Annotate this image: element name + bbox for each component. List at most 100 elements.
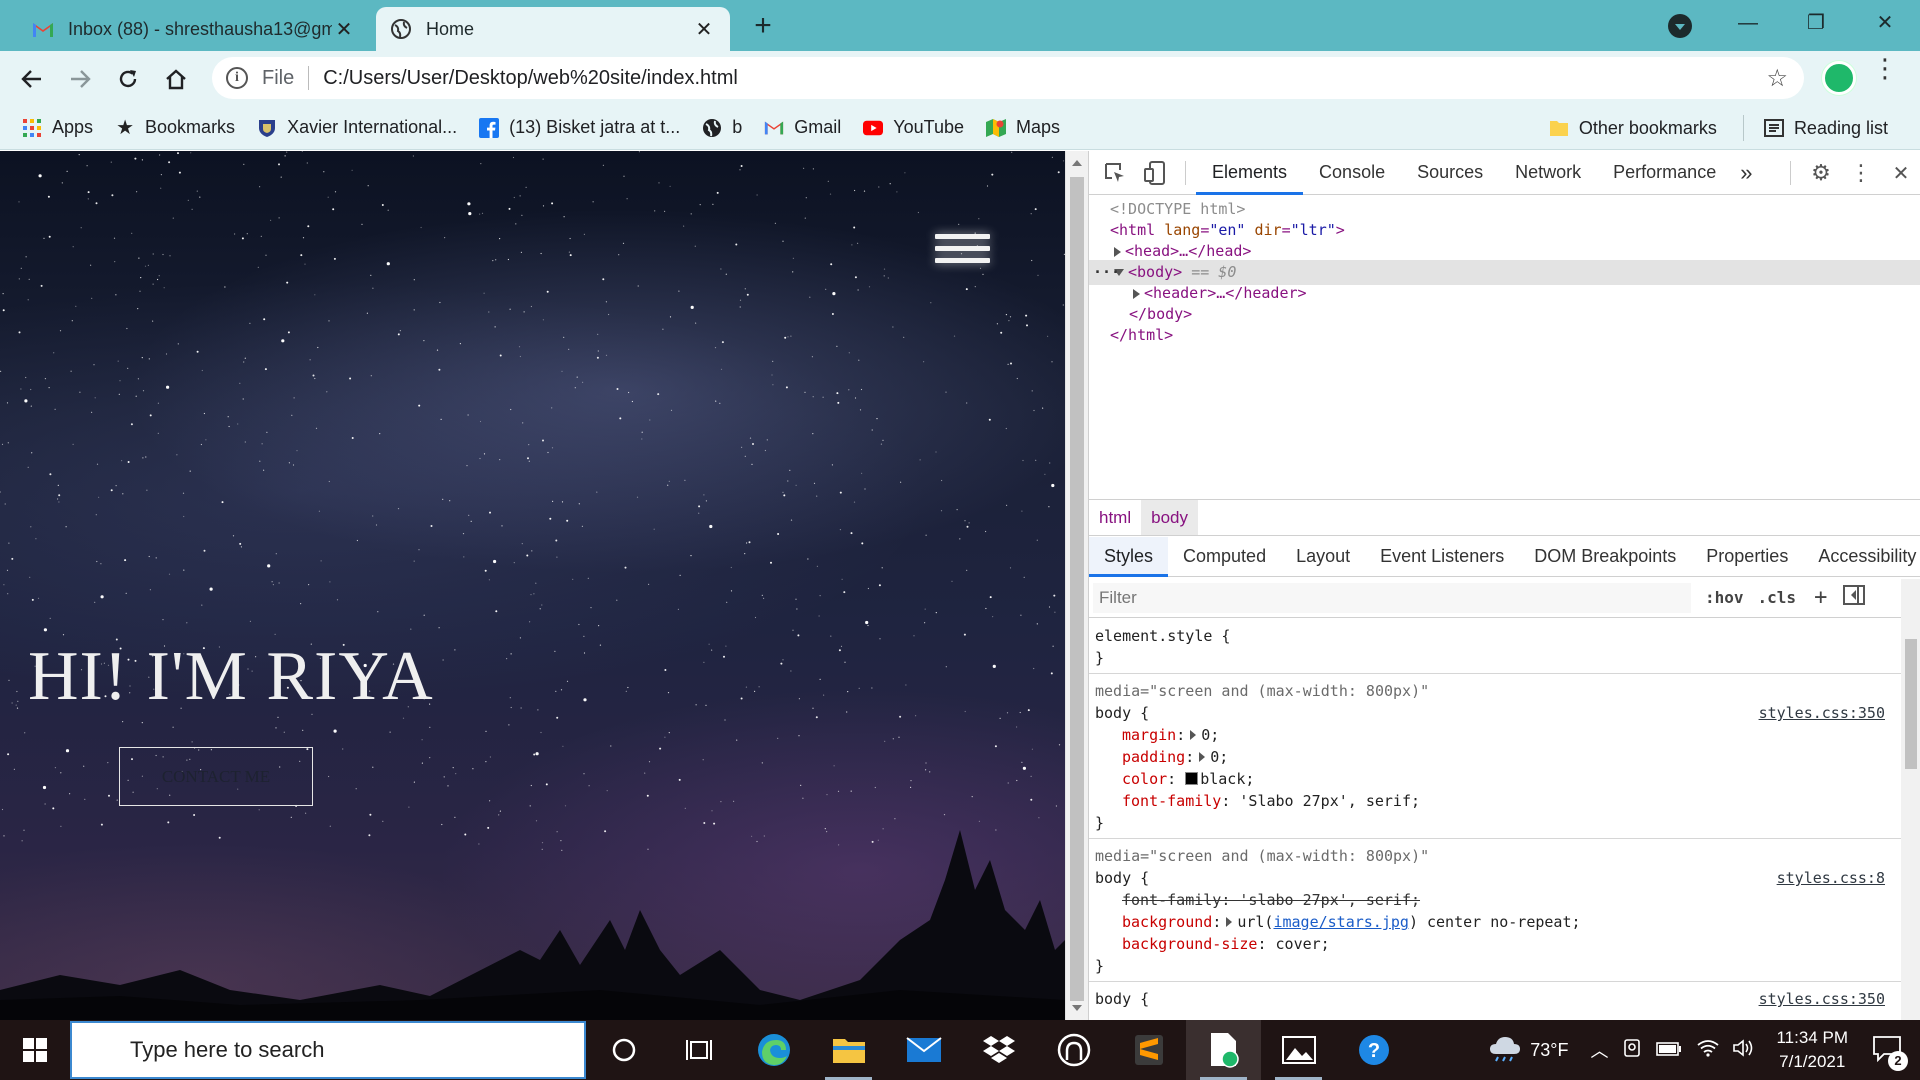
scrollbar-thumb[interactable]: [1070, 177, 1084, 1001]
css-property-value[interactable]: 0;: [1201, 726, 1219, 744]
scroll-down-arrow-icon[interactable]: [1072, 1005, 1082, 1011]
taskbar-search-input[interactable]: Type here to search: [70, 1021, 586, 1079]
bookmark-youtube[interactable]: YouTube: [855, 110, 972, 146]
bookmark-maps[interactable]: Maps: [978, 110, 1068, 146]
edge-browser-icon[interactable]: [736, 1020, 811, 1080]
css-rule-body-2[interactable]: media="screen and (max-width: 800px)" bo…: [1089, 839, 1901, 982]
tab-computed[interactable]: Computed: [1168, 537, 1281, 577]
close-devtools-icon[interactable]: ✕: [1881, 151, 1920, 195]
bookmark-xavier[interactable]: Xavier International...: [249, 110, 465, 146]
styles-filter-input[interactable]: [1093, 582, 1691, 613]
rule-source-link[interactable]: styles.css:350: [1759, 702, 1885, 724]
sublime-text-icon[interactable]: [1111, 1020, 1186, 1080]
scroll-up-arrow-icon[interactable]: [1072, 160, 1082, 166]
css-property-value[interactable]: 0;: [1210, 748, 1228, 766]
weather-temperature[interactable]: 73°F: [1530, 1040, 1568, 1061]
file-explorer-icon[interactable]: [811, 1020, 886, 1080]
styles-scrollbar[interactable]: [1901, 579, 1920, 1020]
restore-icon[interactable]: ❐: [1786, 8, 1846, 38]
tab-styles[interactable]: Styles: [1089, 536, 1169, 577]
expand-shorthand-icon[interactable]: [1190, 730, 1197, 740]
volume-icon[interactable]: [1732, 1038, 1756, 1063]
other-bookmarks-folder[interactable]: Other bookmarks: [1541, 110, 1725, 146]
breadcrumb-html[interactable]: html: [1089, 500, 1141, 535]
tab-dom-breakpoints[interactable]: DOM Breakpoints: [1519, 537, 1691, 577]
toggle-sidebar-icon[interactable]: [1843, 585, 1866, 610]
tab-performance[interactable]: Performance: [1597, 151, 1732, 195]
tab-sources[interactable]: Sources: [1401, 151, 1499, 195]
page-scrollbar[interactable]: [1065, 151, 1088, 1020]
tab-properties[interactable]: Properties: [1691, 537, 1803, 577]
tab-console[interactable]: Console: [1303, 151, 1401, 195]
reload-icon[interactable]: [110, 61, 146, 97]
css-rule-body-3[interactable]: body { styles.css:350: [1089, 982, 1901, 1014]
task-view-icon[interactable]: [661, 1020, 736, 1080]
chrome-document-icon[interactable]: [1186, 1020, 1261, 1080]
home-icon[interactable]: [158, 61, 194, 97]
chevron-up-icon[interactable]: ︿: [1590, 1037, 1608, 1063]
hover-state-toggle[interactable]: :hov: [1705, 588, 1744, 607]
css-property-name[interactable]: color: [1122, 770, 1167, 788]
help-question-icon[interactable]: ?: [1336, 1020, 1411, 1080]
windows-start-icon[interactable]: [0, 1020, 70, 1080]
element-style-rule[interactable]: element.style { }: [1089, 619, 1901, 674]
tab-home[interactable]: Home ✕: [376, 7, 730, 51]
bookmark-star-icon[interactable]: ☆: [1766, 64, 1788, 93]
expand-shorthand-icon[interactable]: [1226, 917, 1233, 927]
bookmark-facebook[interactable]: (13) Bisket jatra at t...: [471, 110, 688, 146]
class-toggle[interactable]: .cls: [1758, 588, 1797, 607]
mail-icon[interactable]: [886, 1020, 961, 1080]
more-tabs-chevron-icon[interactable]: »: [1732, 151, 1760, 195]
hamburger-menu-icon[interactable]: [935, 234, 990, 274]
css-property-name[interactable]: background-size: [1122, 935, 1257, 953]
new-style-rule-plus-icon[interactable]: +: [1814, 585, 1827, 610]
css-property-name[interactable]: margin: [1122, 726, 1176, 744]
background-image-link[interactable]: image/stars.jpg: [1273, 913, 1408, 931]
bookmark-b[interactable]: b: [694, 110, 750, 146]
bookmark-gmail[interactable]: Gmail: [756, 110, 849, 146]
rule-source-link[interactable]: styles.css:8: [1777, 867, 1885, 889]
css-property-name[interactable]: font-family: [1122, 792, 1221, 810]
tab-layout[interactable]: Layout: [1281, 537, 1365, 577]
site-info-icon[interactable]: i: [226, 67, 248, 89]
css-rule-body-1[interactable]: media="screen and (max-width: 800px)" bo…: [1089, 674, 1901, 839]
inspect-element-icon[interactable]: [1095, 151, 1135, 195]
battery-icon[interactable]: [1656, 1040, 1682, 1061]
notification-center-icon[interactable]: 2: [1872, 1034, 1908, 1071]
system-clock[interactable]: 11:34 PM 7/1/2021: [1776, 1026, 1848, 1074]
close-tab-icon[interactable]: ✕: [692, 17, 716, 41]
overridden-declaration[interactable]: font-family: 'slabo 27px', serif;: [1122, 891, 1420, 909]
rule-source-link[interactable]: styles.css:350: [1759, 988, 1885, 1010]
color-swatch[interactable]: [1185, 772, 1199, 785]
wifi-icon[interactable]: [1696, 1039, 1720, 1062]
tab-search-icon[interactable]: [1668, 14, 1692, 38]
reading-list-button[interactable]: Reading list: [1756, 110, 1896, 146]
tab-gmail-inbox[interactable]: Inbox (88) - shresthausha13@gm ✕: [18, 7, 370, 51]
new-tab-button[interactable]: +: [748, 11, 778, 42]
dropbox-icon[interactable]: [961, 1020, 1036, 1080]
expand-triangle-icon[interactable]: [1133, 288, 1140, 299]
css-property-value[interactable]: 'Slabo 27px', serif;: [1239, 792, 1420, 810]
back-arrow-icon[interactable]: [14, 61, 50, 97]
devtools-menu-icon[interactable]: ⋮: [1841, 151, 1881, 195]
photos-icon[interactable]: [1261, 1020, 1336, 1080]
close-tab-icon[interactable]: ✕: [332, 17, 356, 41]
css-property-value[interactable]: black;: [1200, 770, 1254, 788]
dom-html-close-line[interactable]: </html>: [1089, 323, 1920, 348]
url-text[interactable]: C:/Users/User/Desktop/web%20site/index.h…: [323, 67, 1766, 90]
css-property-name[interactable]: padding: [1122, 748, 1185, 766]
forward-arrow-icon[interactable]: [62, 61, 98, 97]
close-window-icon[interactable]: ✕: [1855, 8, 1915, 38]
tab-elements[interactable]: Elements: [1196, 151, 1304, 195]
css-property-name[interactable]: background: [1122, 913, 1212, 931]
expand-shorthand-icon[interactable]: [1199, 752, 1206, 762]
scrollbar-thumb[interactable]: [1905, 639, 1917, 769]
expand-triangle-icon[interactable]: [1114, 246, 1121, 257]
bookmark-apps[interactable]: Apps: [14, 110, 101, 146]
minimize-icon[interactable]: —: [1718, 8, 1778, 38]
tab-event-listeners[interactable]: Event Listeners: [1365, 537, 1519, 577]
css-property-value[interactable]: cover;: [1276, 935, 1330, 953]
contact-me-button[interactable]: CONTACT ME: [119, 747, 313, 806]
profile-avatar[interactable]: [1822, 61, 1856, 95]
device-toolbar-icon[interactable]: [1135, 151, 1175, 195]
